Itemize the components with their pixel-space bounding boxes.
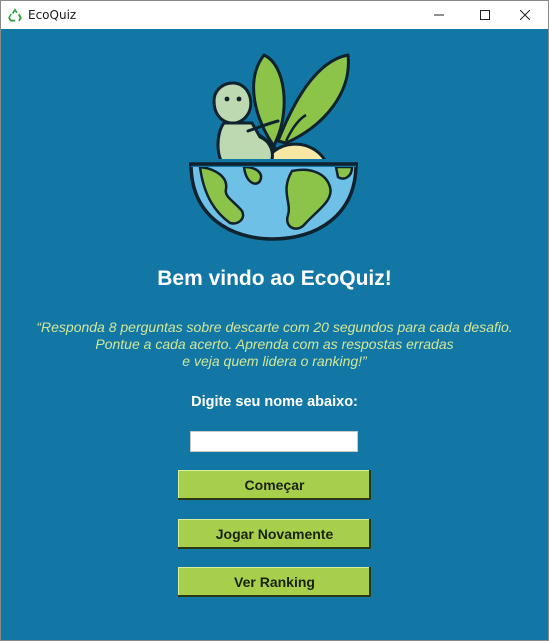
maximize-icon: [480, 10, 490, 20]
window-title: EcoQuiz: [28, 8, 77, 22]
app-window: EcoQuiz Bem vindo ao EcoQuiz! “Responda …: [0, 0, 549, 641]
close-button[interactable]: [502, 1, 548, 29]
start-button[interactable]: Começar: [178, 470, 371, 500]
name-input[interactable]: [190, 431, 358, 452]
name-label: Digite seu nome abaixo:: [191, 394, 358, 410]
intro-line: e veja quem lidera o ranking!”: [182, 353, 367, 369]
globe-icon: [189, 159, 358, 241]
main-content: Bem vindo ao EcoQuiz! “Responda 8 pergun…: [1, 29, 548, 640]
intro-text: “Responda 8 perguntas sobre descarte com…: [13, 319, 536, 370]
view-ranking-button[interactable]: Ver Ranking: [178, 567, 371, 597]
intro-line: “Responda 8 perguntas sobre descarte com…: [36, 319, 513, 335]
welcome-heading: Bem vindo ao EcoQuiz!: [157, 267, 392, 290]
minimize-button[interactable]: [416, 1, 462, 29]
minimize-icon: [434, 10, 444, 20]
eco-illustration: [186, 41, 361, 241]
recycle-icon: [7, 7, 23, 23]
play-again-button[interactable]: Jogar Novamente: [178, 519, 371, 549]
close-icon: [520, 10, 530, 20]
title-bar[interactable]: EcoQuiz: [1, 1, 548, 29]
intro-line: Pontue a cada acerto. Aprenda com as res…: [95, 336, 454, 352]
